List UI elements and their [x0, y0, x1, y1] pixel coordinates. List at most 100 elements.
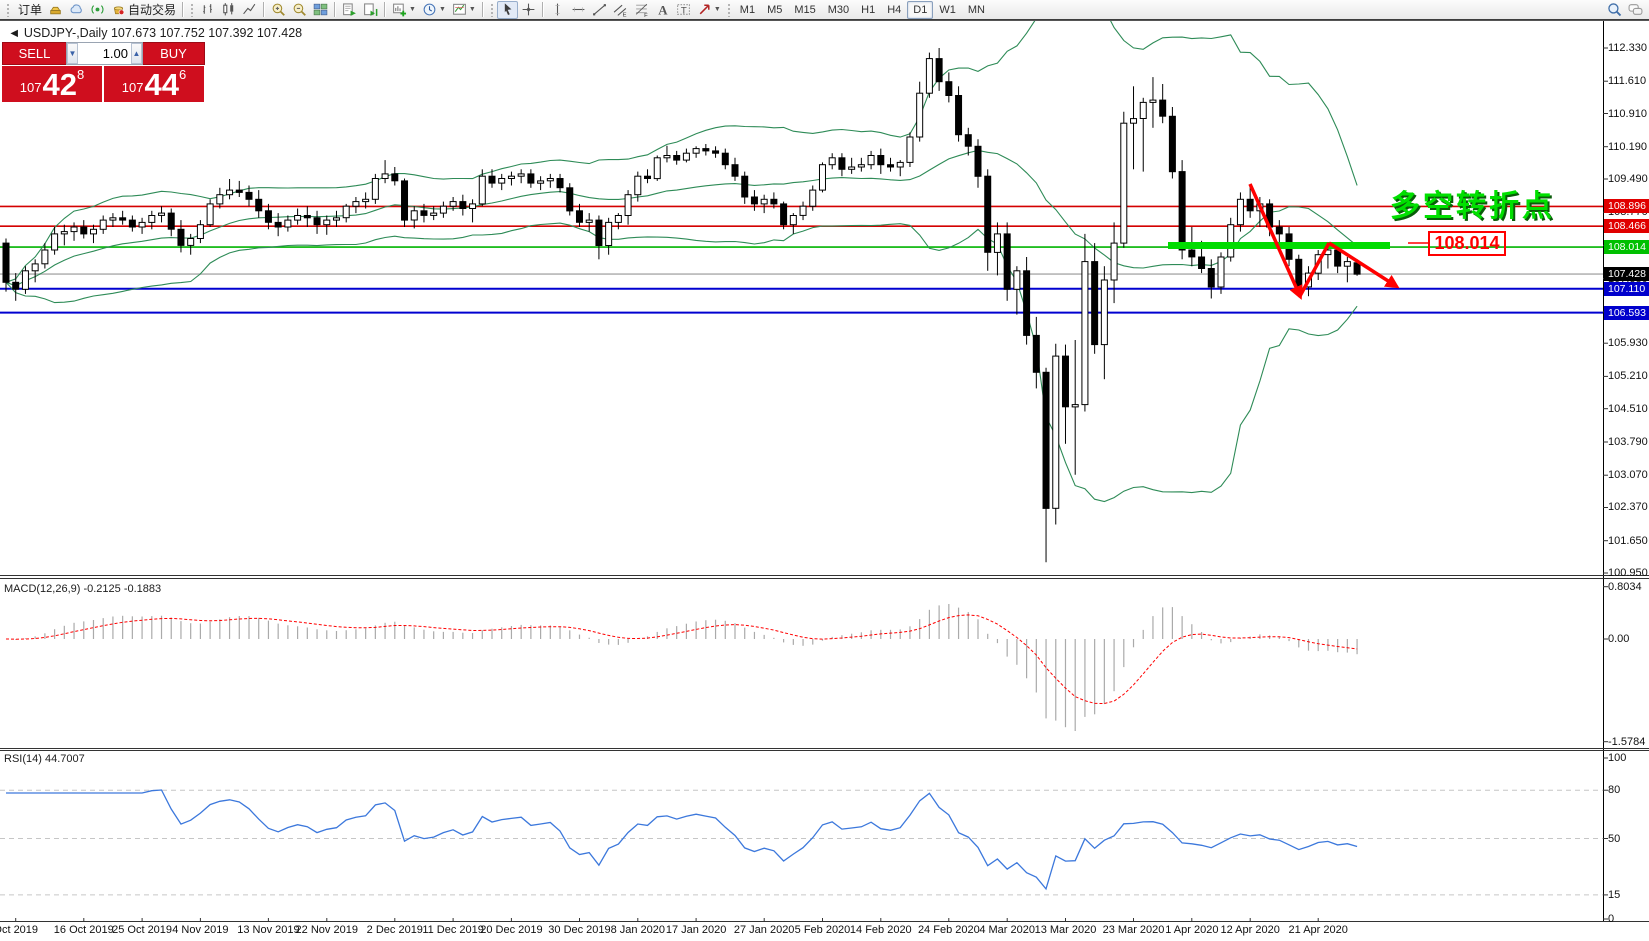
timeframe-w1-button[interactable]: W1 [933, 1, 962, 19]
timeframe-h1-button[interactable]: H1 [855, 1, 881, 19]
cloud-publish-button[interactable] [66, 1, 87, 19]
search-button[interactable] [1604, 1, 1625, 19]
fibonacci-tool-button[interactable]: F [631, 1, 652, 19]
toolbar-separator [334, 2, 336, 17]
signal-icon [90, 2, 105, 17]
candlestick-chart-button[interactable] [218, 1, 239, 19]
time-axis-label: 2 Dec 2019 [367, 924, 423, 936]
macd-indicator-label: MACD(12,26,9) -0.2125 -0.1883 [4, 583, 161, 595]
arrows-tool-button[interactable]: ▼ [694, 1, 724, 19]
toolbar: 订单 自动交易 ▼ ▼ ▼ EFAT ▼ M1M5M15M30H1H4D1W1MN [0, 0, 1649, 20]
channel-icon: E [613, 2, 628, 17]
timeframe-m5-button[interactable]: M5 [761, 1, 788, 19]
time-axis-label: 21 Apr 2020 [1289, 924, 1348, 936]
dropdown-arrow-icon[interactable]: ▼ [439, 6, 446, 13]
time-axis-label: 22 Nov 2019 [296, 924, 358, 936]
horizontal-line-tool-button[interactable] [568, 1, 589, 19]
price-badge-107.110: 107.110 [1604, 282, 1649, 296]
dropdown-arrow-icon[interactable]: ▼ [409, 6, 416, 13]
text-label-tool-button[interactable]: T [673, 1, 694, 19]
timeframe-m30-button[interactable]: M30 [822, 1, 855, 19]
templates-button[interactable]: ▼ [449, 1, 479, 19]
line-chart-button[interactable] [239, 1, 260, 19]
price-axis-tick: 110.190 [1608, 141, 1647, 153]
crosshair-tool-button[interactable] [518, 1, 539, 19]
buy-price-pips: 44 [144, 70, 178, 100]
cloud-icon [69, 2, 84, 17]
auto-scroll-button[interactable] [339, 1, 360, 19]
timeframe-m15-button[interactable]: M15 [788, 1, 821, 19]
chart-canvas[interactable] [0, 20, 1649, 941]
autotrade-button-label: 自动交易 [128, 1, 176, 18]
toolbar-grip [190, 3, 194, 17]
gold-bar-button[interactable] [45, 1, 66, 19]
chart-title: ◄ USDJPY-,Daily 107.673 107.752 107.392 … [8, 26, 302, 40]
time-axis-label: 1 Apr 2020 [1165, 924, 1218, 936]
dropdown-arrow-icon[interactable]: ▼ [469, 6, 476, 13]
signals-button[interactable] [87, 1, 108, 19]
toolbar-grip [6, 3, 10, 17]
toolbar-separator [542, 2, 544, 17]
chart-shift-button[interactable] [360, 1, 381, 19]
symbol-period-label: USDJPY-,Daily [24, 26, 108, 40]
chat-button[interactable] [1625, 1, 1646, 19]
buy-price-point: 6 [179, 68, 186, 81]
bar-chart-button[interactable] [197, 1, 218, 19]
equidistant-channel-tool-button[interactable]: E [610, 1, 631, 19]
timeframe-h4-button[interactable]: H4 [881, 1, 907, 19]
candles[interactable] [3, 48, 1360, 562]
price-axis-tick: 105.210 [1608, 370, 1648, 382]
time-axis-label: 17 Jan 2020 [666, 924, 727, 936]
toolbar-grip [727, 3, 731, 17]
volume-decrease-button[interactable]: ▼ [67, 43, 78, 64]
sell-price-bigfigure: 107 [20, 76, 42, 100]
timeframe-mn-button[interactable]: MN [962, 1, 991, 19]
time-axis-label: 27 Jan 2020 [734, 924, 795, 936]
price-level-label[interactable]: 108.014 [1428, 231, 1506, 256]
toolbar-grip [490, 3, 494, 17]
mt4-window: 订单 自动交易 ▼ ▼ ▼ EFAT ▼ M1M5M15M30H1H4D1W1MN ◄ USD… [0, 0, 1649, 941]
buy-button[interactable]: BUY [143, 42, 205, 65]
trendline-tool-button[interactable] [589, 1, 610, 19]
price-badge-108.466: 108.466 [1604, 219, 1649, 233]
buy-price-panel[interactable]: 107446 [104, 66, 204, 102]
zoom-in-button[interactable] [268, 1, 289, 19]
new-chart-button[interactable]: ▼ [389, 1, 419, 19]
timeframe-m1-button[interactable]: M1 [734, 1, 761, 19]
hline-icon [571, 2, 586, 17]
sell-button[interactable]: SELL [2, 42, 66, 65]
vertical-line-tool-button[interactable] [547, 1, 568, 19]
autotrade-icon [111, 2, 126, 17]
price-axis-tick: 103.070 [1608, 469, 1648, 481]
time-axis-label: 13 Nov 2019 [237, 924, 299, 936]
time-axis-label: 25 Oct 2019 [112, 924, 172, 936]
cursor-tool-button[interactable] [497, 1, 518, 19]
periods-button[interactable]: ▼ [419, 1, 449, 19]
price-axis-tick: 103.790 [1608, 436, 1648, 448]
text-tool-button[interactable]: A [652, 1, 673, 19]
timeframe-d1-button[interactable]: D1 [907, 1, 933, 19]
symbol-collapse-arrow[interactable]: ◄ [8, 26, 20, 40]
new-order-button[interactable]: 订单 [13, 1, 45, 19]
volume-input[interactable] [78, 43, 131, 64]
turning-point-annotation[interactable]: 多空转折点 [1390, 181, 1555, 225]
sell-price-point: 8 [77, 68, 84, 81]
autotrade-button[interactable]: 自动交易 [108, 1, 179, 19]
price-axis-tick: 100.950 [1608, 567, 1648, 579]
price-axis-tick: 109.490 [1608, 173, 1648, 185]
time-axis-label: 20 Dec 2019 [480, 924, 542, 936]
bollinger-bands [6, 20, 1357, 501]
zoom-out-button[interactable] [289, 1, 310, 19]
toolbar-separator [482, 2, 484, 17]
vline-icon [550, 2, 565, 17]
chart-window[interactable]: ◄ USDJPY-,Daily 107.673 107.752 107.392 … [0, 20, 1649, 941]
time-axis-label: 11 Dec 2019 [422, 924, 484, 936]
time-axis-label: 4 Nov 2019 [172, 924, 228, 936]
dropdown-arrow-icon[interactable]: ▼ [714, 6, 721, 13]
volume-increase-button[interactable]: ▲ [131, 43, 142, 64]
tile-windows-icon [313, 2, 328, 17]
cursor-icon [500, 2, 515, 17]
crosshair-icon [521, 2, 536, 17]
sell-price-panel[interactable]: 107428 [2, 66, 102, 102]
tile-windows-button[interactable] [310, 1, 331, 19]
